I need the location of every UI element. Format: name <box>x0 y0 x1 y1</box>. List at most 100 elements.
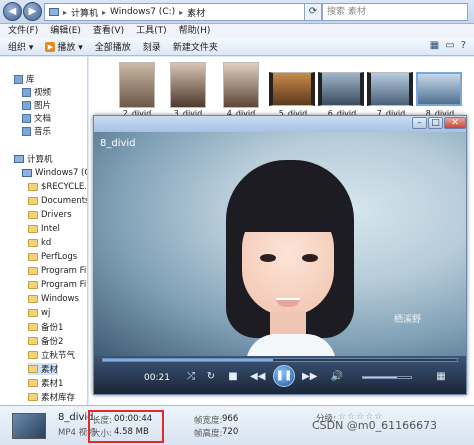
sidebar-item-folder[interactable]: PerfLogs <box>28 251 77 263</box>
seek-bar[interactable] <box>102 358 458 362</box>
back-button[interactable]: ◀ <box>3 2 22 21</box>
elapsed-time: 00:21 <box>144 373 170 383</box>
folder-icon <box>28 197 38 205</box>
document-library-icon <box>22 113 31 123</box>
view-icon[interactable]: ▦ <box>430 40 439 51</box>
previous-icon[interactable]: ◀◀ <box>250 370 265 384</box>
sidebar-item-folder[interactable]: Documents a <box>28 195 87 207</box>
sidebar-item-documents[interactable]: 文档 <box>22 112 51 124</box>
sidebar-item-library[interactable]: 库 <box>14 73 35 85</box>
menu-edit[interactable]: 编辑(E) <box>50 24 81 38</box>
volume-slider[interactable] <box>362 376 412 379</box>
folder-icon <box>28 239 38 247</box>
drive-icon <box>22 169 32 177</box>
folder-icon <box>28 281 38 289</box>
shuffle-icon[interactable]: ⤮ <box>184 370 198 384</box>
repeat-icon[interactable]: ↻ <box>204 370 218 384</box>
seek-progress <box>103 359 273 361</box>
breadcrumb-drive[interactable]: Windows7 (C:) <box>110 7 175 17</box>
frame-width-value: 966 <box>222 414 239 424</box>
video-frame[interactable]: 8_divid 栖溪野 <box>94 132 466 356</box>
sidebar-item-folder[interactable]: Program Files <box>28 279 87 291</box>
new-folder-button[interactable]: 新建文件夹 <box>173 40 218 53</box>
folder-icon <box>28 351 38 359</box>
video-library-icon <box>22 87 31 97</box>
sidebar-item-folder[interactable]: Drivers <box>28 209 72 221</box>
folder-icon <box>28 253 38 261</box>
video-thumbnail-selected[interactable] <box>416 72 462 106</box>
player-titlebar[interactable]: – □ ✕ <box>94 116 466 132</box>
sidebar-item-folder[interactable]: 备份1 <box>28 321 63 333</box>
folder-icon <box>28 309 38 317</box>
search-input[interactable]: 搜索 素材 <box>322 3 468 21</box>
organize-button[interactable]: 组织 ▾ <box>8 40 33 53</box>
video-thumbnail[interactable] <box>367 72 413 106</box>
menu-help[interactable]: 帮助(H) <box>179 24 211 38</box>
volume-icon[interactable]: 🔊 <box>330 370 344 384</box>
media-player-window: – □ ✕ 8_divid 栖溪野 00:21 ⤮ ↻ ■ ◀◀ ❚❚ ▶▶ 🔊… <box>93 115 467 395</box>
breadcrumb[interactable]: ▸ 计算机 ▸ Windows7 (C:) ▸ 素材 <box>44 3 314 21</box>
stop-icon[interactable]: ■ <box>226 370 240 384</box>
breadcrumb-computer[interactable]: 计算机 <box>71 6 98 19</box>
folder-icon <box>28 211 38 219</box>
folder-icon <box>28 295 38 303</box>
sidebar-item-folder[interactable]: Intel <box>28 223 60 235</box>
sidebar-item-music[interactable]: 音乐 <box>22 125 51 137</box>
sidebar-item-folder[interactable]: Windows <box>28 293 79 305</box>
menu-bar: 文件(F) 编辑(E) 查看(V) 工具(T) 帮助(H) <box>0 24 474 38</box>
play-button[interactable]: ▶ 播放 ▾ <box>45 40 83 53</box>
folder-icon <box>28 365 38 373</box>
sidebar-item-folder[interactable]: 立秋节气 <box>28 349 75 361</box>
next-icon[interactable]: ▶▶ <box>302 370 317 384</box>
toolbar: 组织 ▾ ▶ 播放 ▾ 全部播放 刻录 新建文件夹 <box>0 38 474 56</box>
play-icon: ▶ <box>45 41 56 52</box>
preview-pane-icon[interactable]: ▭ <box>445 40 454 51</box>
video-thumbnail[interactable] <box>170 62 206 108</box>
view-options: ▦ ▭ ? <box>430 40 466 51</box>
minimize-icon[interactable]: – <box>412 117 427 129</box>
refresh-icon[interactable]: ⟳ <box>304 3 322 21</box>
play-label: 播放 ▾ <box>57 43 83 53</box>
help-icon[interactable]: ? <box>461 40 466 51</box>
sidebar-item-folder[interactable]: 素材1 <box>28 377 63 389</box>
sidebar-item-computer[interactable]: 计算机 <box>14 153 53 165</box>
picture-library-icon <box>22 100 31 110</box>
forward-button[interactable]: ▶ <box>23 2 42 21</box>
frame-height-label: 帧高度: <box>194 429 223 439</box>
sidebar-item-folder[interactable]: 备份2 <box>28 335 63 347</box>
close-icon[interactable]: ✕ <box>444 117 466 129</box>
frame-height-value: 720 <box>222 427 239 437</box>
folder-icon <box>28 379 38 387</box>
highlight-box <box>88 410 164 443</box>
player-controls: 00:21 ⤮ ↻ ■ ◀◀ ❚❚ ▶▶ 🔊 ▦ <box>94 356 466 394</box>
sidebar-item-folder[interactable]: wj <box>28 307 50 319</box>
sidebar-item-drive[interactable]: Windows7 (C:) <box>22 167 87 179</box>
sidebar-item-folder[interactable]: $RECYCLE.BIN <box>28 181 87 193</box>
burn-button[interactable]: 刻录 <box>143 40 161 53</box>
sidebar-item-folder-selected[interactable]: 素材 <box>28 363 59 375</box>
csdn-watermark: CSDN @m0_61166673 <box>312 419 438 432</box>
folder-icon <box>28 267 38 275</box>
menu-file[interactable]: 文件(F) <box>8 24 38 38</box>
video-watermark: 栖溪野 <box>394 315 422 325</box>
video-thumbnail[interactable] <box>269 72 315 106</box>
video-thumbnail[interactable] <box>119 62 155 108</box>
navigation-pane: 库 视频 图片 文档 音乐 计算机 Windows7 (C:) $RECYCLE… <box>0 57 88 405</box>
folder-icon <box>28 337 38 345</box>
sidebar-item-folder[interactable]: 素材库存 <box>28 391 75 403</box>
menu-view[interactable]: 查看(V) <box>93 24 124 38</box>
maximize-icon[interactable]: □ <box>428 117 443 129</box>
menu-tools[interactable]: 工具(T) <box>136 24 167 38</box>
sidebar-item-videos[interactable]: 视频 <box>22 86 51 98</box>
pause-button[interactable]: ❚❚ <box>273 365 295 387</box>
switch-to-library-icon[interactable]: ▦ <box>434 370 448 384</box>
sidebar-item-pictures[interactable]: 图片 <box>22 99 51 111</box>
video-thumbnail[interactable] <box>318 72 364 106</box>
video-title: 8_divid <box>100 138 136 149</box>
breadcrumb-folder[interactable]: 素材 <box>187 6 205 19</box>
video-thumbnail[interactable] <box>223 62 259 108</box>
sidebar-item-folder[interactable]: kd <box>28 237 51 249</box>
play-all-button[interactable]: 全部播放 <box>95 40 131 53</box>
sidebar-item-folder[interactable]: Program Files <box>28 265 87 277</box>
frame-width-label: 帧宽度: <box>194 416 223 426</box>
